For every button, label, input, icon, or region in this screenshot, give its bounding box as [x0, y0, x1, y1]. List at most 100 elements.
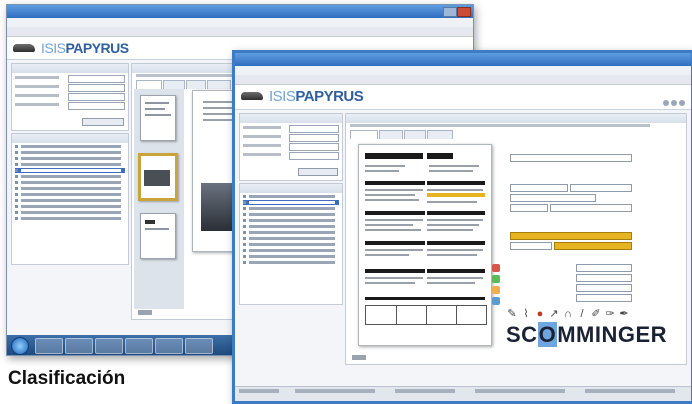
back-tab[interactable] — [136, 80, 162, 89]
list-item[interactable] — [243, 248, 339, 253]
back-logo-brand: PAPYRUS — [65, 40, 129, 56]
extraction-field[interactable] — [570, 184, 632, 192]
list-item[interactable] — [243, 260, 339, 265]
front-search-field[interactable] — [243, 134, 339, 142]
front-search-field[interactable] — [243, 125, 339, 133]
brush-icon[interactable]: ✑ — [604, 308, 616, 320]
back-search-field[interactable] — [15, 102, 125, 110]
blue-marker-icon[interactable] — [492, 297, 500, 305]
back-close-button[interactable] — [457, 7, 471, 17]
front-search-field[interactable] — [243, 152, 339, 160]
annotation-toolbar: ✎ ⌇ ● ↗ ∩ / ✐ ✑ ✒ — [506, 308, 636, 320]
caption: Clasificación — [8, 368, 126, 389]
list-item[interactable] — [243, 206, 339, 211]
taskbar-app-button[interactable] — [155, 338, 183, 354]
extraction-field[interactable] — [510, 204, 548, 212]
front-tab[interactable] — [350, 130, 378, 139]
extraction-field[interactable] — [510, 242, 552, 250]
extraction-field[interactable] — [576, 274, 632, 282]
list-item-selected[interactable] — [243, 200, 339, 205]
arrow-icon[interactable]: ↗ — [548, 308, 560, 320]
front-results-header — [240, 184, 342, 193]
page-thumbnail[interactable] — [140, 95, 176, 141]
curve-icon[interactable]: ∩ — [562, 308, 574, 320]
clip-icon[interactable]: ⌇ — [520, 308, 532, 320]
front-tab[interactable] — [427, 130, 453, 139]
list-item[interactable] — [15, 144, 125, 149]
front-window-controls — [663, 93, 687, 106]
extraction-field[interactable] — [510, 154, 632, 162]
front-tab[interactable] — [404, 130, 426, 139]
extraction-field-highlighted[interactable] — [510, 232, 632, 240]
taskbar-app-button[interactable] — [125, 338, 153, 354]
front-document-path — [350, 124, 650, 127]
front-search-button[interactable] — [298, 168, 338, 176]
back-tab[interactable] — [186, 80, 206, 89]
stamp-icon[interactable]: ● — [534, 308, 546, 320]
list-item[interactable] — [243, 212, 339, 217]
list-item[interactable] — [243, 218, 339, 223]
back-tab[interactable] — [207, 80, 231, 89]
extraction-field[interactable] — [576, 264, 632, 272]
marker-icon[interactable]: ✒ — [618, 308, 630, 320]
back-search-field[interactable] — [15, 93, 125, 101]
car-logo-icon — [13, 44, 35, 52]
list-item[interactable] — [15, 204, 125, 209]
start-button[interactable] — [11, 337, 29, 355]
front-search-field[interactable] — [243, 143, 339, 151]
list-item[interactable] — [15, 174, 125, 179]
list-item[interactable] — [15, 216, 125, 221]
taskbar-app-button[interactable] — [185, 338, 213, 354]
list-item[interactable] — [243, 242, 339, 247]
text-tool-icon[interactable]: ✎ — [506, 308, 518, 320]
back-zoom-indicator — [138, 310, 152, 315]
list-item[interactable] — [15, 210, 125, 215]
back-search-field[interactable] — [15, 84, 125, 92]
list-item[interactable] — [15, 186, 125, 191]
list-item-selected[interactable] — [15, 168, 125, 173]
front-tab[interactable] — [379, 130, 403, 139]
taskbar-app-button[interactable] — [65, 338, 93, 354]
front-app-logo: ISISPAPYRUS — [269, 88, 364, 105]
list-item[interactable] — [243, 254, 339, 259]
red-marker-icon[interactable] — [492, 264, 500, 272]
back-search-field[interactable] — [15, 75, 125, 83]
list-item[interactable] — [243, 224, 339, 229]
list-item[interactable] — [15, 198, 125, 203]
list-item[interactable] — [243, 236, 339, 241]
front-logo-iso: ISIS — [269, 88, 296, 105]
taskbar-app-button[interactable] — [95, 338, 123, 354]
back-maximize-button[interactable] — [443, 7, 457, 17]
front-zoom-indicator — [352, 355, 366, 360]
back-tab[interactable] — [163, 80, 185, 89]
extraction-field[interactable] — [576, 284, 632, 292]
list-item[interactable] — [243, 230, 339, 235]
list-item[interactable] — [15, 156, 125, 161]
front-application-window: ISISPAPYRUS ✎ ⌇ ● ↗ ∩ / ✐ ✑ ✒ SCOMMINGER — [232, 50, 692, 404]
extraction-field[interactable] — [510, 184, 568, 192]
green-marker-icon[interactable] — [492, 275, 500, 283]
restore-icon[interactable] — [671, 100, 677, 106]
extraction-field-highlighted[interactable] — [554, 242, 632, 250]
yellow-marker-icon[interactable] — [492, 286, 500, 294]
back-search-button[interactable] — [82, 118, 124, 126]
front-menubar — [235, 66, 691, 75]
back-search-panel-header — [12, 64, 128, 73]
extraction-field[interactable] — [576, 294, 632, 302]
back-app-logo: ISISPAPYRUS — [41, 40, 129, 56]
page-thumbnail[interactable] — [140, 213, 176, 259]
minimize-icon[interactable] — [663, 100, 669, 106]
list-item[interactable] — [15, 192, 125, 197]
extraction-field[interactable] — [510, 194, 596, 202]
line-icon[interactable]: / — [576, 308, 588, 320]
extraction-field[interactable] — [550, 204, 632, 212]
list-item[interactable] — [243, 194, 339, 199]
taskbar-app-button[interactable] — [35, 338, 63, 354]
pen-icon[interactable]: ✐ — [590, 308, 602, 320]
signature-preview: SCOMMINGER — [506, 322, 667, 348]
list-item[interactable] — [15, 162, 125, 167]
list-item[interactable] — [15, 180, 125, 185]
page-thumbnail-selected[interactable] — [138, 153, 178, 201]
list-item[interactable] — [15, 150, 125, 155]
close-icon[interactable] — [679, 100, 685, 106]
